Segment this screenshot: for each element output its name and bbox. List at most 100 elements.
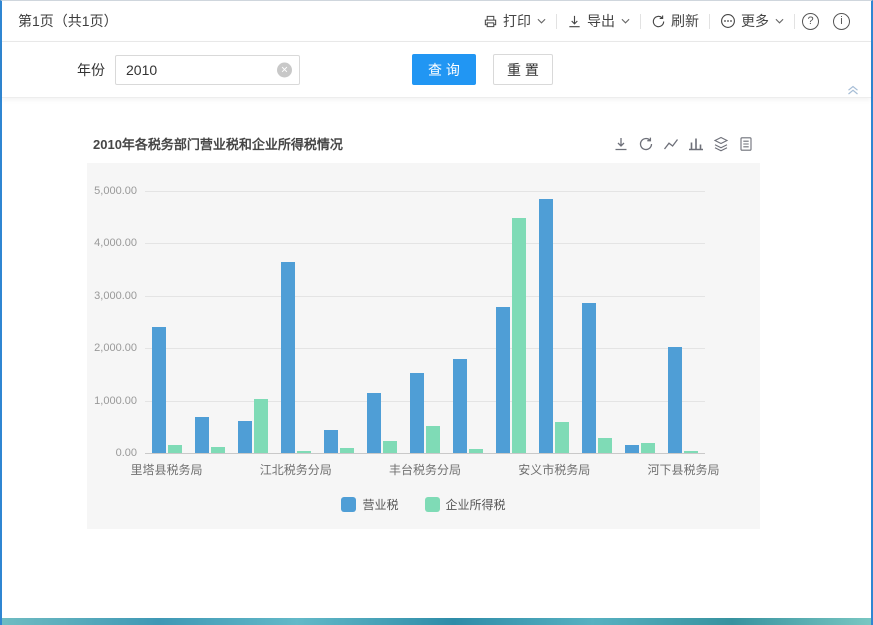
info-icon: i [833, 13, 850, 30]
x-axis-label: 里塔县税务局 [131, 461, 203, 478]
download-icon [567, 14, 582, 29]
bar-营业税[interactable] [539, 199, 553, 453]
export-label: 导出 [587, 11, 615, 31]
report-content: 2010年各税务部门营业税和企业所得税情况 [2, 98, 871, 618]
info-button[interactable]: i [826, 13, 857, 30]
chart-title: 2010年各税务部门营业税和企业所得税情况 [93, 134, 343, 153]
bar-企业所得税[interactable] [211, 447, 225, 453]
toolbar: 第1页（共1页） 打印 导出 [2, 1, 871, 42]
reset-button[interactable]: 重 置 [493, 54, 553, 85]
bar-企业所得税[interactable] [469, 449, 483, 453]
refresh-icon [651, 14, 666, 29]
bar-group [496, 218, 526, 453]
bar-企业所得税[interactable] [297, 451, 311, 453]
year-input-wrap: × [115, 55, 300, 85]
bar-营业税[interactable] [668, 347, 682, 453]
legend-swatch [425, 497, 440, 512]
bar-chart-icon[interactable] [688, 136, 704, 152]
x-axis-label: 河下县税务局 [647, 461, 719, 478]
line-chart-icon[interactable] [663, 136, 679, 152]
y-axis-label: 1,000.00 [87, 395, 137, 407]
help-button[interactable]: ? [795, 13, 826, 30]
bar-group [324, 430, 354, 453]
bar-group [410, 373, 440, 453]
x-axis: 里塔县税务局江北税务分局丰台税务分局安义市税务局河下县税务局 [145, 461, 705, 479]
legend-label: 企业所得税 [446, 496, 506, 513]
x-axis-label: 丰台税务分局 [389, 461, 461, 478]
collapse-up-icon [847, 82, 859, 99]
bar-营业税[interactable] [453, 359, 467, 453]
toolbar-actions: 打印 导出 刷新 [473, 11, 857, 31]
bar-企业所得税[interactable] [684, 451, 698, 453]
x-axis-label: 江北税务分局 [260, 461, 332, 478]
refresh-label: 刷新 [671, 11, 699, 31]
bar-企业所得税[interactable] [168, 445, 182, 453]
refresh-button[interactable]: 刷新 [641, 11, 709, 31]
query-button[interactable]: 查 询 [412, 54, 476, 85]
bar-group [668, 347, 698, 453]
data-view-icon[interactable] [738, 136, 754, 152]
year-label: 年份 [77, 60, 105, 80]
export-button[interactable]: 导出 [557, 11, 640, 31]
bar-营业税[interactable] [496, 307, 510, 453]
more-button[interactable]: 更多 [710, 11, 794, 31]
bar-营业税[interactable] [324, 430, 338, 453]
y-axis-label: 0.00 [87, 447, 137, 459]
collapse-filter-button[interactable] [847, 85, 859, 95]
bar-group [582, 303, 612, 453]
bar-group [152, 327, 182, 453]
bar-group [625, 443, 655, 453]
pager-text: 第1页（共1页） [18, 11, 118, 31]
bar-营业税[interactable] [195, 417, 209, 453]
bar-企业所得税[interactable] [383, 441, 397, 453]
restore-icon[interactable] [638, 136, 654, 152]
chart-area [145, 191, 705, 453]
save-image-icon[interactable] [613, 136, 629, 152]
chevron-down-icon [621, 18, 630, 24]
bar-group [195, 417, 225, 453]
report-window: 第1页（共1页） 打印 导出 [0, 0, 873, 625]
bar-企业所得税[interactable] [426, 426, 440, 453]
clear-icon[interactable]: × [277, 62, 292, 77]
bar-营业税[interactable] [281, 262, 295, 453]
chart-header: 2010年各税务部门营业税和企业所得税情况 [87, 134, 760, 153]
y-axis-label: 4,000.00 [87, 237, 137, 249]
bar-group [453, 359, 483, 453]
bar-企业所得税[interactable] [641, 443, 655, 453]
legend-item[interactable]: 营业税 [341, 496, 398, 513]
bar-group [539, 199, 569, 453]
y-axis-label: 2,000.00 [87, 342, 137, 354]
bar-营业税[interactable] [238, 421, 252, 453]
legend-label: 营业税 [362, 496, 398, 513]
bar-企业所得税[interactable] [254, 399, 268, 453]
bar-企业所得税[interactable] [598, 438, 612, 453]
bar-group [238, 399, 268, 453]
bottom-strip [2, 618, 871, 625]
bar-企业所得税[interactable] [512, 218, 526, 453]
legend-swatch [341, 497, 356, 512]
y-axis-label: 5,000.00 [87, 185, 137, 197]
year-input[interactable] [115, 55, 300, 85]
legend: 营业税 企业所得税 [87, 496, 760, 513]
bar-企业所得税[interactable] [340, 448, 354, 453]
plot: 5,000.004,000.003,000.002,000.001,000.00… [87, 163, 760, 529]
more-icon [720, 13, 736, 29]
bar-group [367, 393, 397, 453]
legend-item[interactable]: 企业所得税 [425, 496, 506, 513]
printer-icon [483, 14, 498, 29]
bar-营业税[interactable] [582, 303, 596, 453]
bar-企业所得税[interactable] [555, 422, 569, 453]
bar-营业税[interactable] [625, 445, 639, 453]
print-button[interactable]: 打印 [473, 11, 556, 31]
bar-营业税[interactable] [410, 373, 424, 453]
filter-bar: 年份 × 查 询 重 置 [2, 42, 871, 98]
bar-营业税[interactable] [367, 393, 381, 453]
bar-营业税[interactable] [152, 327, 166, 453]
x-axis-label: 安义市税务局 [518, 461, 590, 478]
bar-group [281, 262, 311, 453]
chevron-down-icon [775, 18, 784, 24]
chart-panel: 2010年各税务部门营业税和企业所得税情况 [87, 134, 760, 529]
chevron-down-icon [537, 18, 546, 24]
stack-icon[interactable] [713, 136, 729, 152]
more-label: 更多 [741, 11, 769, 31]
